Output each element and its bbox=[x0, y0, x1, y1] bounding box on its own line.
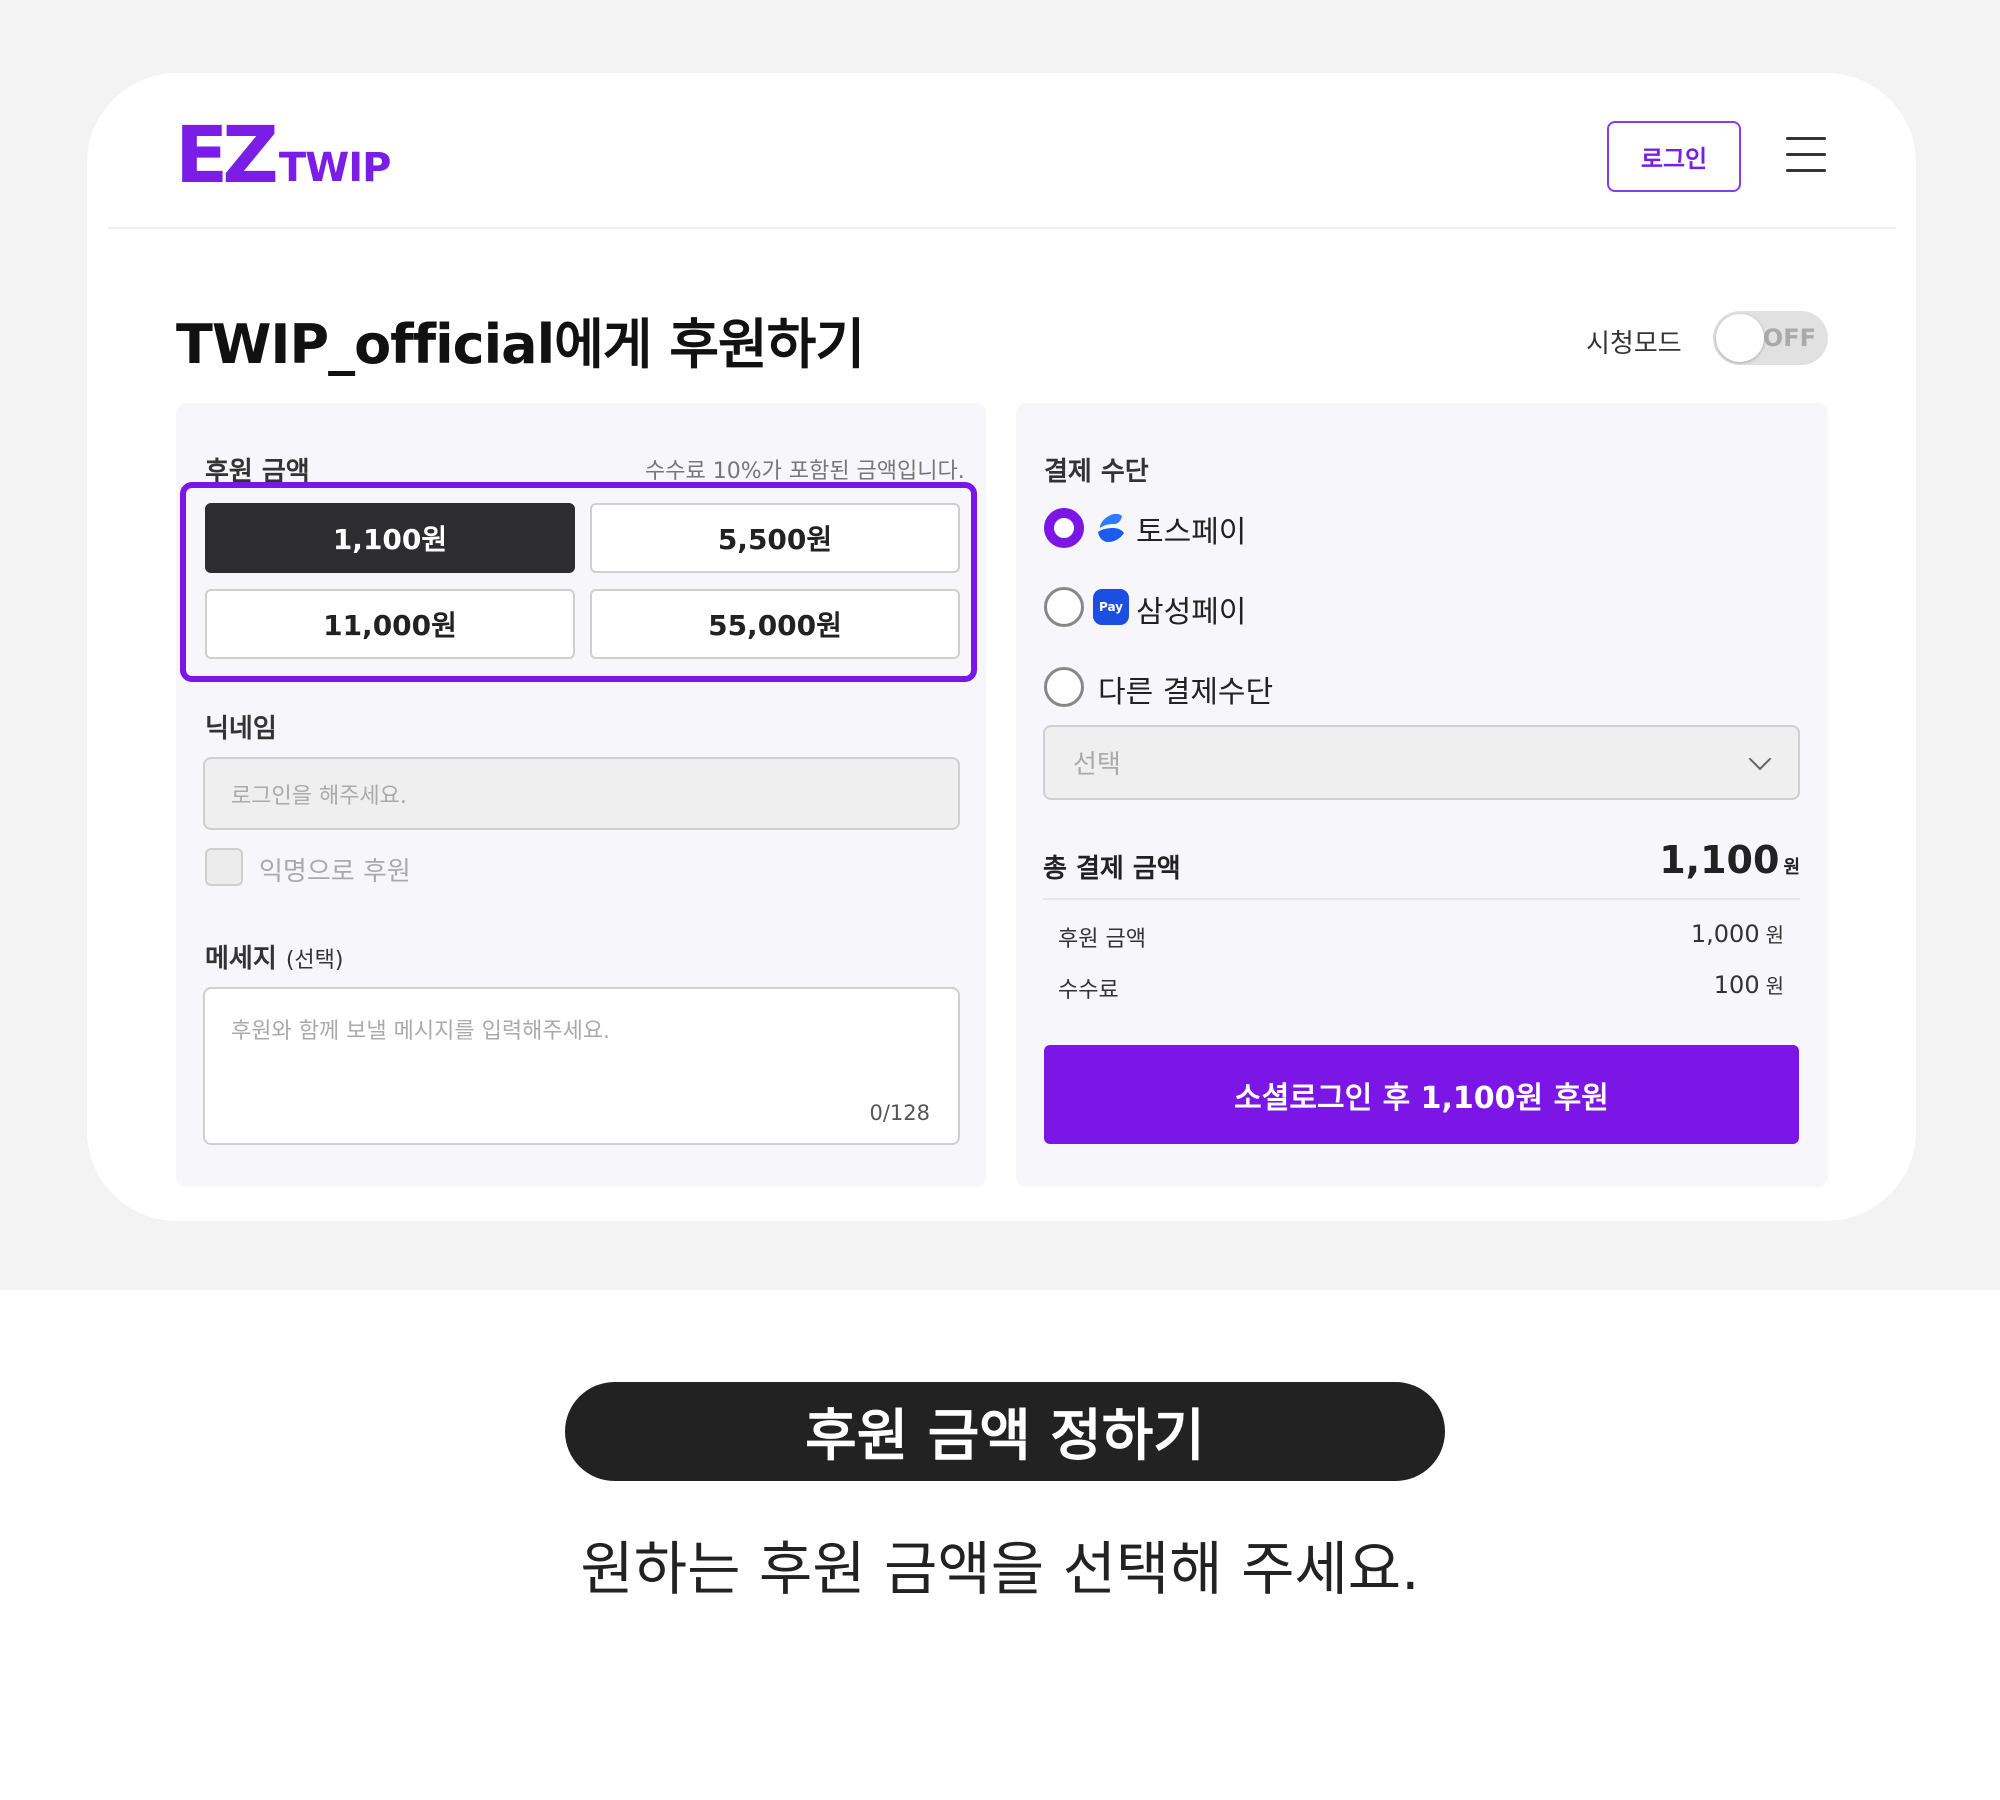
message-label: 메세지 (선택) bbox=[205, 938, 343, 975]
viewing-mode-toggle[interactable]: OFF bbox=[1713, 311, 1828, 365]
amount-option-1100[interactable]: 1,100원 bbox=[205, 503, 575, 573]
toggle-knob bbox=[1716, 314, 1764, 362]
donation-amount-number: 1,000 bbox=[1690, 920, 1760, 948]
select-placeholder: 선택 bbox=[1073, 750, 1121, 780]
fee-unit: 원 bbox=[1765, 974, 1784, 998]
fee-sub-label: 수수료 bbox=[1058, 978, 1119, 1003]
header-divider bbox=[108, 227, 1896, 229]
message-textarea[interactable]: 후원와 함께 보낼 메시지를 입력해주세요. 0/128 bbox=[203, 987, 960, 1145]
amount-option-5500[interactable]: 5,500원 bbox=[590, 503, 960, 573]
fee-number: 100 bbox=[1713, 971, 1760, 999]
samsung-pay-icon: Pay bbox=[1093, 589, 1129, 625]
donation-amount-sub-value: 1,000 원 bbox=[1584, 919, 1784, 948]
radio-other-method[interactable] bbox=[1044, 667, 1084, 707]
amount-option-11000[interactable]: 11,000원 bbox=[205, 589, 575, 659]
total-amount-number: 1,100 bbox=[1659, 838, 1780, 882]
fee-note: 수수료 10%가 포함된 금액입니다. bbox=[645, 459, 965, 484]
payment-method-label: 결제 수단 bbox=[1044, 457, 1149, 487]
donation-amount-unit: 원 bbox=[1765, 923, 1784, 947]
viewing-mode-label: 시청모드 bbox=[1586, 329, 1682, 359]
anonymous-label: 익명으로 후원 bbox=[259, 857, 411, 887]
nickname-label: 닉네임 bbox=[205, 714, 277, 744]
radio-samsungpay[interactable] bbox=[1044, 587, 1084, 627]
page-title: TWIP_official에게 후원하기 bbox=[176, 313, 865, 376]
donation-amount-sub-label: 후원 금액 bbox=[1058, 927, 1146, 952]
social-login-donate-button[interactable]: 소셜로그인 후 1,100원 후원 bbox=[1044, 1045, 1799, 1144]
login-button[interactable]: 로그인 bbox=[1607, 121, 1741, 192]
chevron-down-icon bbox=[1748, 747, 1772, 771]
caption-subtitle: 원하는 후원 금액을 선택해 주세요. bbox=[580, 1535, 1420, 1603]
message-char-count: 0/128 bbox=[869, 1101, 930, 1125]
message-placeholder: 후원와 함께 보낼 메시지를 입력해주세요. bbox=[231, 1019, 611, 1044]
amount-option-55000[interactable]: 55,000원 bbox=[590, 589, 960, 659]
fee-sub-value: 100 원 bbox=[1584, 970, 1784, 999]
hamburger-menu-icon[interactable] bbox=[1786, 137, 1826, 173]
samsungpay-label[interactable]: 삼성페이 bbox=[1136, 587, 1246, 631]
eztwip-logo[interactable]: EZ TWIP bbox=[175, 111, 392, 201]
caption-title: 후원 금액 정하기 bbox=[565, 1382, 1445, 1481]
message-optional-text: (선택) bbox=[285, 948, 344, 973]
total-divider bbox=[1043, 898, 1800, 900]
message-label-text: 메세지 bbox=[205, 944, 277, 974]
nickname-input[interactable]: 로그인을 해주세요. bbox=[203, 757, 960, 830]
total-amount-value: 1,100 원 bbox=[1640, 838, 1800, 882]
logo-ez: EZ bbox=[175, 111, 279, 201]
total-amount-label: 총 결제 금액 bbox=[1043, 854, 1181, 884]
toss-icon bbox=[1098, 513, 1124, 542]
total-amount-unit: 원 bbox=[1783, 857, 1800, 878]
anonymous-checkbox[interactable] bbox=[205, 848, 243, 886]
radio-tosspay[interactable] bbox=[1044, 508, 1084, 548]
other-method-label[interactable]: 다른 결제수단 bbox=[1098, 667, 1273, 711]
logo-twip: TWIP bbox=[278, 145, 392, 191]
toggle-state-text: OFF bbox=[1762, 324, 1816, 352]
payment-method-select[interactable]: 선택 bbox=[1043, 725, 1800, 800]
tosspay-label[interactable]: 토스페이 bbox=[1136, 507, 1246, 551]
